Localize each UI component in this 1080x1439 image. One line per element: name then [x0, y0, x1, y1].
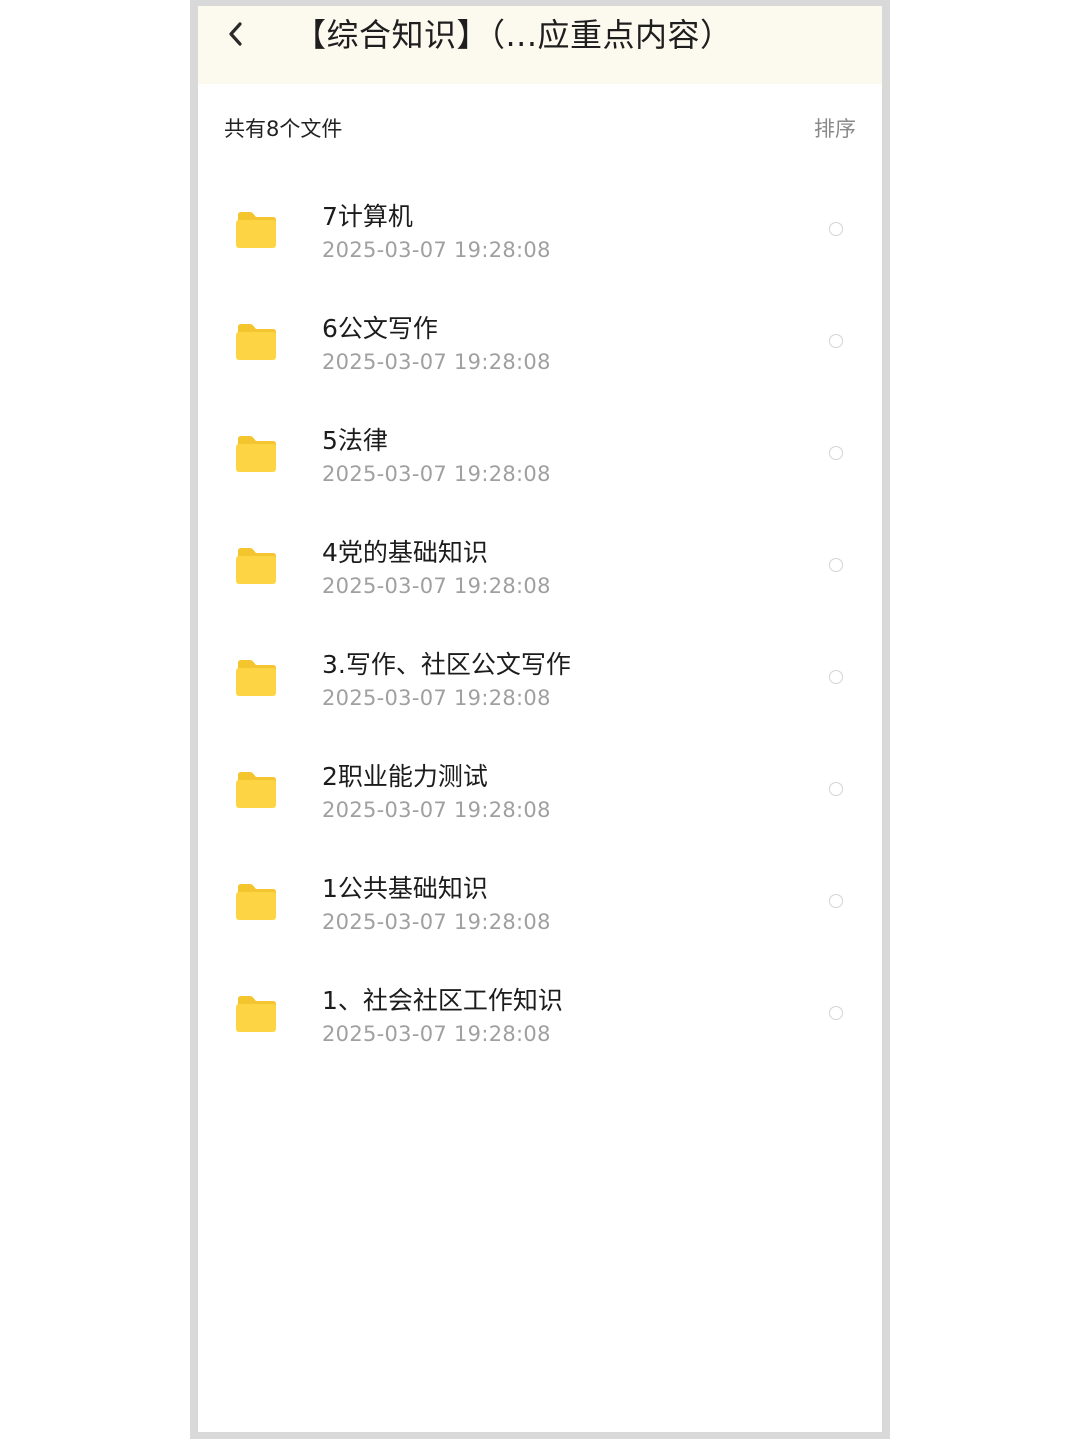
top-header: 【综合知识】（...应重点内容） — [198, 6, 882, 84]
folder-icon — [236, 324, 276, 360]
file-name: 1公共基础知识 — [322, 874, 488, 903]
select-radio[interactable] — [829, 334, 843, 348]
file-name: 3.写作、社区公文写作 — [322, 650, 571, 679]
phone-screen: 【综合知识】（...应重点内容） 共有8个文件 排序 7计算机 2025-03-0… — [198, 6, 882, 1432]
folder-icon — [236, 772, 276, 808]
file-row[interactable]: 7计算机 2025-03-07 19:28:08 — [198, 174, 882, 286]
folder-icon — [236, 660, 276, 696]
select-radio[interactable] — [829, 1006, 843, 1020]
file-list: 7计算机 2025-03-07 19:28:08 6公文写作 2025-03-07 1… — [198, 174, 882, 1070]
chevron-left-icon — [229, 22, 242, 46]
file-row[interactable]: 6公文写作 2025-03-07 19:28:08 — [198, 286, 882, 398]
select-radio[interactable] — [829, 558, 843, 572]
folder-icon — [236, 548, 276, 584]
file-name: 7计算机 — [322, 202, 413, 231]
select-radio[interactable] — [829, 446, 843, 460]
file-time: 2025-03-07 19:28:08 — [322, 686, 551, 710]
file-name: 1、社会社区工作知识 — [322, 986, 563, 1015]
file-name: 5法律 — [322, 426, 388, 455]
sort-button[interactable]: 排序 — [814, 114, 856, 144]
file-time: 2025-03-07 19:28:08 — [322, 1022, 551, 1046]
file-count: 共有8个文件 — [224, 117, 343, 141]
file-time: 2025-03-07 19:28:08 — [322, 350, 551, 374]
file-name: 6公文写作 — [322, 314, 438, 343]
file-row[interactable]: 5法律 2025-03-07 19:28:08 — [198, 398, 882, 510]
select-radio[interactable] — [829, 670, 843, 684]
file-time: 2025-03-07 19:28:08 — [322, 798, 551, 822]
file-name: 4党的基础知识 — [322, 538, 488, 567]
folder-icon — [236, 436, 276, 472]
file-name: 2职业能力测试 — [322, 762, 488, 791]
file-row[interactable]: 1、社会社区工作知识 2025-03-07 19:28:08 — [198, 958, 882, 1070]
file-row[interactable]: 4党的基础知识 2025-03-07 19:28:08 — [198, 510, 882, 622]
file-time: 2025-03-07 19:28:08 — [322, 238, 551, 262]
folder-icon — [236, 996, 276, 1032]
file-row[interactable]: 3.写作、社区公文写作 2025-03-07 19:28:08 — [198, 622, 882, 734]
file-row[interactable]: 1公共基础知识 2025-03-07 19:28:08 — [198, 846, 882, 958]
page-title: 【综合知识】（...应重点内容） — [294, 16, 733, 54]
back-button[interactable] — [218, 12, 254, 56]
select-radio[interactable] — [829, 782, 843, 796]
file-time: 2025-03-07 19:28:08 — [322, 462, 551, 486]
file-time: 2025-03-07 19:28:08 — [322, 910, 551, 934]
select-radio[interactable] — [829, 222, 843, 236]
folder-icon — [236, 884, 276, 920]
select-radio[interactable] — [829, 894, 843, 908]
file-row[interactable]: 2职业能力测试 2025-03-07 19:28:08 — [198, 734, 882, 846]
file-time: 2025-03-07 19:28:08 — [322, 574, 551, 598]
folder-icon — [236, 212, 276, 248]
